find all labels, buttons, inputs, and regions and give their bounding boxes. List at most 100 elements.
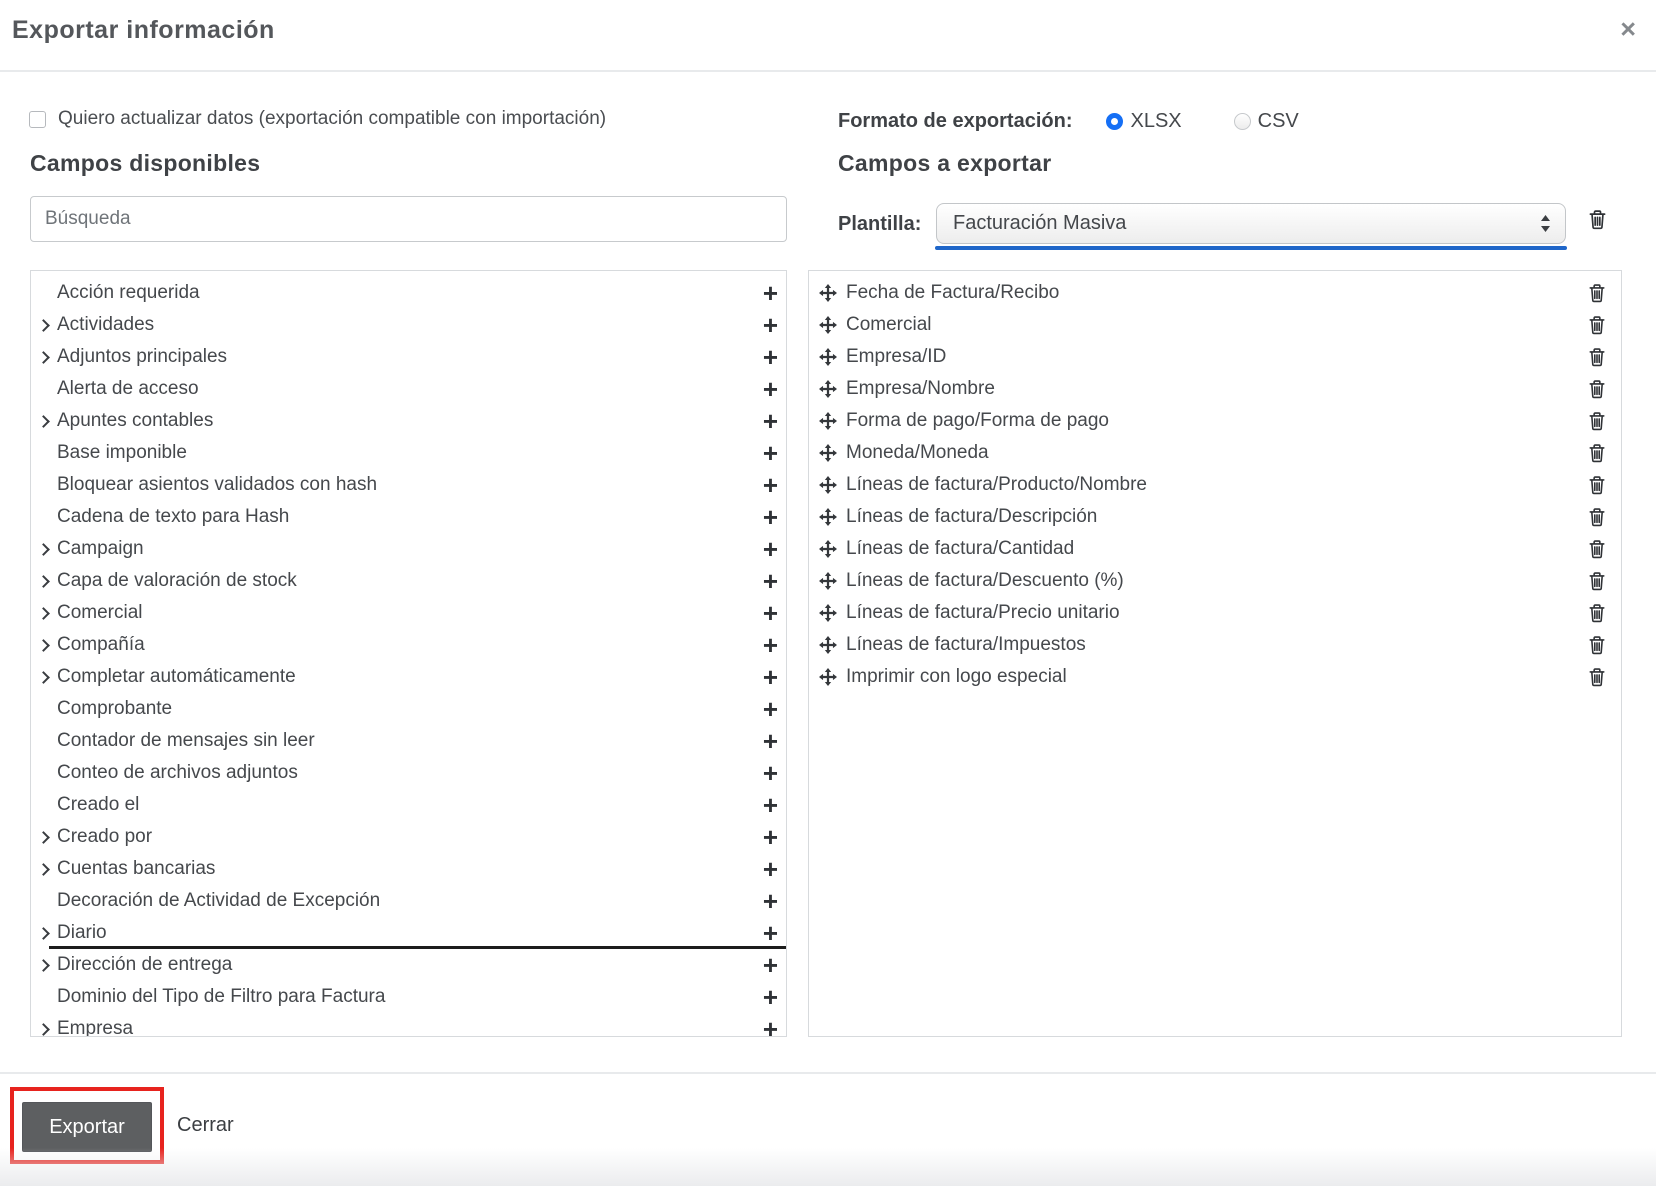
add-field-icon[interactable]: + xyxy=(761,984,780,1010)
move-handle-icon[interactable] xyxy=(819,636,837,654)
available-field-row[interactable]: Completar automáticamente+ xyxy=(31,661,786,693)
add-field-icon[interactable]: + xyxy=(761,760,780,786)
expand-chevron-icon[interactable] xyxy=(37,670,51,684)
available-field-row[interactable]: Creado por+ xyxy=(31,821,786,853)
expand-chevron-icon[interactable] xyxy=(37,574,51,588)
expand-chevron-icon[interactable] xyxy=(37,542,51,556)
remove-field-icon[interactable] xyxy=(1589,348,1605,367)
add-field-icon[interactable]: + xyxy=(761,824,780,850)
available-field-row[interactable]: Comercial+ xyxy=(31,597,786,629)
available-field-row[interactable]: Creado el+ xyxy=(31,789,786,821)
update-data-option[interactable]: Quiero actualizar datos (exportación com… xyxy=(29,108,606,130)
export-field-row[interactable]: Comercial xyxy=(809,309,1621,341)
available-field-row[interactable]: Comprobante+ xyxy=(31,693,786,725)
available-field-row[interactable]: Decoración de Actividad de Excepción+ xyxy=(31,885,786,917)
add-field-icon[interactable]: + xyxy=(761,536,780,562)
add-field-icon[interactable]: + xyxy=(761,376,780,402)
available-field-row[interactable]: Dirección de entrega+ xyxy=(31,949,786,981)
available-field-row[interactable]: Actividades+ xyxy=(31,309,786,341)
add-field-icon[interactable]: + xyxy=(761,568,780,594)
format-option-csv[interactable]: CSV xyxy=(1234,110,1299,133)
available-field-row[interactable]: Conteo de archivos adjuntos+ xyxy=(31,757,786,789)
export-button[interactable]: Exportar xyxy=(22,1102,152,1152)
add-field-icon[interactable]: + xyxy=(761,792,780,818)
expand-chevron-icon[interactable] xyxy=(37,318,51,332)
available-field-row[interactable]: Compañía+ xyxy=(31,629,786,661)
remove-field-icon[interactable] xyxy=(1589,284,1605,303)
expand-chevron-icon[interactable] xyxy=(37,926,51,940)
remove-field-icon[interactable] xyxy=(1589,444,1605,463)
add-field-icon[interactable]: + xyxy=(761,1016,780,1037)
expand-chevron-icon[interactable] xyxy=(37,350,51,364)
export-field-row[interactable]: Líneas de factura/Producto/Nombre xyxy=(809,469,1621,501)
add-field-icon[interactable]: + xyxy=(761,280,780,306)
move-handle-icon[interactable] xyxy=(819,348,837,366)
expand-chevron-icon[interactable] xyxy=(37,1022,51,1036)
export-field-row[interactable]: Moneda/Moneda xyxy=(809,437,1621,469)
move-handle-icon[interactable] xyxy=(819,444,837,462)
add-field-icon[interactable]: + xyxy=(761,952,780,978)
available-field-row[interactable]: Adjuntos principales+ xyxy=(31,341,786,373)
remove-field-icon[interactable] xyxy=(1589,412,1605,431)
expand-chevron-icon[interactable] xyxy=(37,414,51,428)
remove-field-icon[interactable] xyxy=(1589,636,1605,655)
available-field-row[interactable]: Base imponible+ xyxy=(31,437,786,469)
expand-chevron-icon[interactable] xyxy=(37,638,51,652)
add-field-icon[interactable]: + xyxy=(761,504,780,530)
available-field-row[interactable]: Cadena de texto para Hash+ xyxy=(31,501,786,533)
export-field-row[interactable]: Líneas de factura/Impuestos xyxy=(809,629,1621,661)
expand-chevron-icon[interactable] xyxy=(37,862,51,876)
remove-field-icon[interactable] xyxy=(1589,380,1605,399)
radio-unselected-icon[interactable] xyxy=(1234,113,1251,130)
add-field-icon[interactable]: + xyxy=(761,344,780,370)
add-field-icon[interactable]: + xyxy=(761,888,780,914)
export-field-row[interactable]: Líneas de factura/Precio unitario xyxy=(809,597,1621,629)
export-field-row[interactable]: Empresa/Nombre xyxy=(809,373,1621,405)
move-handle-icon[interactable] xyxy=(819,540,837,558)
add-field-icon[interactable]: + xyxy=(761,696,780,722)
move-handle-icon[interactable] xyxy=(819,668,837,686)
export-field-row[interactable]: Forma de pago/Forma de pago xyxy=(809,405,1621,437)
move-handle-icon[interactable] xyxy=(819,380,837,398)
expand-chevron-icon[interactable] xyxy=(37,958,51,972)
format-option-xlsx[interactable]: XLSX xyxy=(1106,110,1181,133)
available-field-row[interactable]: Capa de valoración de stock+ xyxy=(31,565,786,597)
available-field-row[interactable]: Contador de mensajes sin leer+ xyxy=(31,725,786,757)
export-field-row[interactable]: Líneas de factura/Descuento (%) xyxy=(809,565,1621,597)
add-field-icon[interactable]: + xyxy=(761,440,780,466)
close-dialog-link[interactable]: Cerrar xyxy=(177,1114,234,1137)
update-data-checkbox[interactable] xyxy=(29,111,46,128)
add-field-icon[interactable]: + xyxy=(761,632,780,658)
add-field-icon[interactable]: + xyxy=(761,312,780,338)
add-field-icon[interactable]: + xyxy=(761,664,780,690)
move-handle-icon[interactable] xyxy=(819,412,837,430)
add-field-icon[interactable]: + xyxy=(761,728,780,754)
remove-field-icon[interactable] xyxy=(1589,508,1605,527)
available-field-row[interactable]: Apuntes contables+ xyxy=(31,405,786,437)
export-field-row[interactable]: Imprimir con logo especial xyxy=(809,661,1621,693)
available-field-row[interactable]: Acción requerida+ xyxy=(31,277,786,309)
template-select[interactable]: Facturación Masiva xyxy=(936,203,1566,244)
move-handle-icon[interactable] xyxy=(819,572,837,590)
available-field-row[interactable]: Dominio del Tipo de Filtro para Factura+ xyxy=(31,981,786,1013)
search-input[interactable] xyxy=(30,196,787,242)
available-field-row[interactable]: Campaign+ xyxy=(31,533,786,565)
expand-chevron-icon[interactable] xyxy=(37,830,51,844)
export-field-row[interactable]: Líneas de factura/Cantidad xyxy=(809,533,1621,565)
move-handle-icon[interactable] xyxy=(819,316,837,334)
export-field-row[interactable]: Líneas de factura/Descripción xyxy=(809,501,1621,533)
move-handle-icon[interactable] xyxy=(819,508,837,526)
available-field-row[interactable]: Alerta de acceso+ xyxy=(31,373,786,405)
add-field-icon[interactable]: + xyxy=(761,920,780,946)
remove-field-icon[interactable] xyxy=(1589,668,1605,687)
remove-field-icon[interactable] xyxy=(1589,572,1605,591)
available-field-row[interactable]: Cuentas bancarias+ xyxy=(31,853,786,885)
move-handle-icon[interactable] xyxy=(819,604,837,622)
delete-template-button[interactable] xyxy=(1589,210,1606,230)
export-field-row[interactable]: Fecha de Factura/Recibo xyxy=(809,277,1621,309)
close-icon[interactable]: × xyxy=(1620,16,1636,43)
expand-chevron-icon[interactable] xyxy=(37,606,51,620)
add-field-icon[interactable]: + xyxy=(761,408,780,434)
remove-field-icon[interactable] xyxy=(1589,604,1605,623)
add-field-icon[interactable]: + xyxy=(761,600,780,626)
